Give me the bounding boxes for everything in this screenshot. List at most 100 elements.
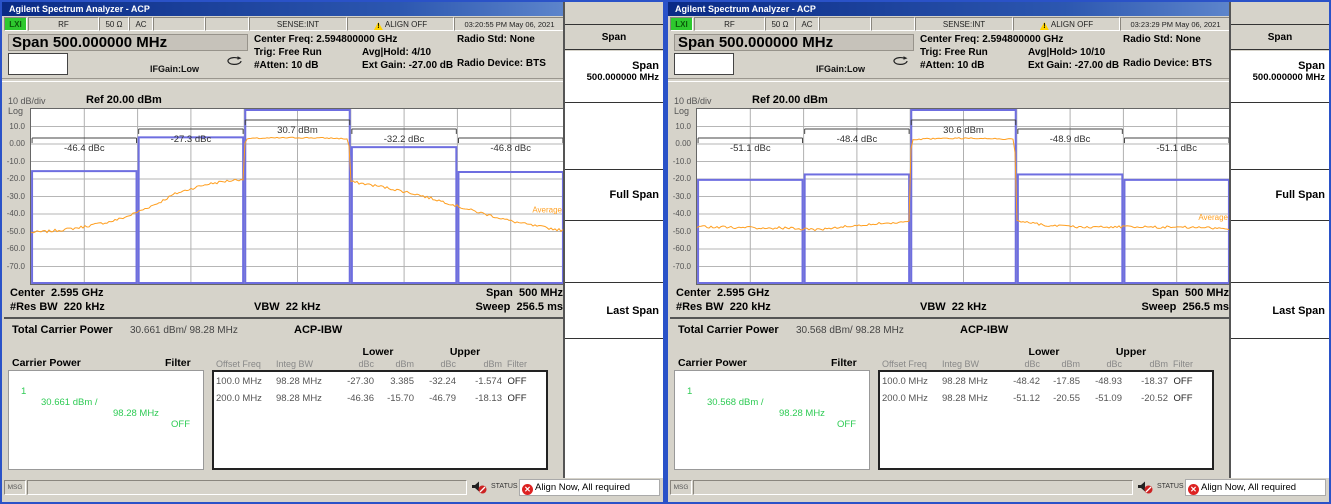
softkey-empty xyxy=(1231,221,1329,283)
message-status-bar: MSG STATUS ✕Align Now, All required xyxy=(2,478,663,502)
active-function-display: Span 500.000000 MHz xyxy=(8,34,248,51)
softkey-menu: Span Span 500.000000 MHz Full Span Last … xyxy=(1229,2,1329,478)
avg-hold-readout: Avg|Hold: 4/10 xyxy=(362,47,431,58)
carrier-power-value: 30.568 dBm / xyxy=(707,397,764,408)
upper-dbc-cell: -48.93 xyxy=(1080,376,1122,387)
y-axis-tick-label: -30.0 xyxy=(7,192,25,201)
align-warning-text: Align Now, All required xyxy=(1201,482,1296,493)
lxi-indicator: LXI xyxy=(670,17,693,31)
status-cell-empty xyxy=(153,17,205,31)
center-freq-footer: Center 2.595 GHz xyxy=(676,287,770,299)
upper-header: Upper xyxy=(435,346,495,358)
span-softkey[interactable]: Span 500.000000 MHz xyxy=(565,51,663,103)
align-off-label: ALIGN OFF xyxy=(385,20,427,29)
last-span-softkey[interactable]: Last Span xyxy=(565,283,663,339)
filter-cell: OFF xyxy=(502,393,532,404)
carrier-row: 1 30.568 dBm / 98.28 MHz OFF xyxy=(675,375,869,441)
continuous-sweep-icon xyxy=(226,55,244,67)
span-footer: Span 500 MHz xyxy=(1088,287,1229,299)
y-axis-labels: 10.00.00-10.0-20.0-30.0-40.0-50.0-60.0-7… xyxy=(2,108,27,283)
warning-icon: ! xyxy=(1040,22,1049,30)
upper-dbm-cell: -18.37 xyxy=(1122,376,1168,387)
svg-text:Average: Average xyxy=(1198,213,1228,222)
ref-level-label: Ref 20.00 dBm xyxy=(752,94,828,106)
center-freq-readout: Center Freq: 2.594800000 GHz xyxy=(920,34,1063,45)
annotation-box xyxy=(8,53,68,75)
integ-bw-cell: 98.28 MHz xyxy=(942,376,1000,387)
span-softkey[interactable]: Span 500.000000 MHz xyxy=(1231,51,1329,103)
col-offset-freq: Offset Freq xyxy=(882,359,942,369)
y-axis-tick-label: -40.0 xyxy=(673,209,691,218)
vbw-footer: VBW 22 kHz xyxy=(920,301,987,313)
carrier-row: 1 30.661 dBm / 98.28 MHz OFF xyxy=(9,375,203,441)
align-off-indicator: !ALIGN OFF xyxy=(347,17,454,31)
softkey-empty xyxy=(565,221,663,283)
y-axis-tick-label: -20.0 xyxy=(7,174,25,183)
col-lower-dbm: dBm xyxy=(1040,359,1080,369)
offset-results-table: 100.0 MHz 98.28 MHz -48.42 -17.85 -48.93… xyxy=(878,370,1214,470)
softkey-menu: Span Span 500.000000 MHz Full Span Last … xyxy=(563,2,663,478)
offset-freq-cell: 200.0 MHz xyxy=(882,393,942,404)
align-warning: ✕Align Now, All required xyxy=(1185,479,1326,496)
message-field xyxy=(27,480,467,495)
carrier-filter-label: Filter xyxy=(831,357,857,369)
ext-gain-readout: Ext Gain: -27.00 dB xyxy=(1028,60,1119,71)
carrier-power-label: Carrier Power xyxy=(12,357,81,369)
res-bw-footer: #Res BW 220 kHz xyxy=(10,301,105,313)
svg-text:-48.9 dBc: -48.9 dBc xyxy=(1050,134,1091,145)
measurement-mode-label: ACP-IBW xyxy=(960,324,1008,336)
full-span-softkey[interactable]: Full Span xyxy=(1231,170,1329,221)
annotation-box xyxy=(674,53,734,75)
speaker-muted-icon xyxy=(1137,480,1154,495)
svg-text:30.7 dBm: 30.7 dBm xyxy=(277,125,318,136)
y-axis-tick-label: -50.0 xyxy=(673,227,691,236)
last-span-softkey[interactable]: Last Span xyxy=(1231,283,1329,339)
col-filter: Filter xyxy=(1168,359,1198,369)
filter-cell: OFF xyxy=(502,376,532,387)
carrier-index: 1 xyxy=(687,386,692,397)
ifgain-label: IFGain:Low xyxy=(816,64,865,74)
atten-readout: #Atten: 10 dB xyxy=(254,60,318,71)
coupling-indicator: AC xyxy=(129,17,153,31)
upper-dbm-cell: -1.574 xyxy=(456,376,502,387)
span-footer: Span 500 MHz xyxy=(422,287,563,299)
y-axis-tick-label: 10.0 xyxy=(675,122,691,131)
message-field xyxy=(693,480,1133,495)
y-axis-tick-label: -20.0 xyxy=(673,174,691,183)
clock: 03:23:29 PM May 06, 2021 xyxy=(1120,17,1231,31)
svg-text:-51.1 dBc: -51.1 dBc xyxy=(730,143,771,154)
rf-input-indicator: RF xyxy=(694,17,765,31)
atten-readout: #Atten: 10 dB xyxy=(920,60,984,71)
upper-dbm-cell: -20.52 xyxy=(1122,393,1168,404)
y-axis-tick-label: -10.0 xyxy=(673,157,691,166)
status-cell-empty xyxy=(205,17,249,31)
sweep-time-footer: Sweep 256.5 ms xyxy=(412,301,563,313)
col-integ-bw: Integ BW xyxy=(276,359,334,369)
spectrum-plot: -51.1 dBc-48.4 dBc30.6 dBm-48.9 dBc-51.1… xyxy=(696,108,1231,285)
svg-text:Average: Average xyxy=(532,205,562,214)
col-upper-dbm: dBm xyxy=(456,359,502,369)
upper-header: Upper xyxy=(1101,346,1161,358)
softkey-empty xyxy=(1231,339,1329,478)
y-axis-tick-label: -60.0 xyxy=(7,244,25,253)
total-carrier-power-value: 30.568 dBm/ 98.28 MHz xyxy=(796,325,904,336)
carrier-bw-value: 98.28 MHz xyxy=(779,408,825,419)
col-offset-freq: Offset Freq xyxy=(216,359,276,369)
message-status-bar: MSG STATUS ✕Align Now, All required xyxy=(668,478,1329,502)
separator xyxy=(670,317,1229,319)
rf-input-indicator: RF xyxy=(28,17,99,31)
total-carrier-power-label: Total Carrier Power xyxy=(678,324,779,336)
coupling-indicator: AC xyxy=(795,17,819,31)
ref-level-label: Ref 20.00 dBm xyxy=(86,94,162,106)
full-span-softkey[interactable]: Full Span xyxy=(565,170,663,221)
impedance-indicator: 50 Ω xyxy=(99,17,129,31)
center-freq-footer: Center 2.595 GHz xyxy=(10,287,104,299)
offset-table-header: Offset Freq Integ BW dBc dBm dBc dBm Fil… xyxy=(882,359,1198,369)
avg-hold-readout: Avg|Hold> 10/10 xyxy=(1028,47,1105,58)
upper-dbm-cell: -18.13 xyxy=(456,393,502,404)
scale-per-div-label: 10 dB/div xyxy=(8,96,46,106)
y-axis-tick-label: -40.0 xyxy=(7,209,25,218)
spectrum-trace-svg: -46.4 dBc-27.3 dBc30.7 dBm-32.2 dBc-46.8… xyxy=(31,109,564,284)
menu-title: Span xyxy=(565,24,663,50)
carrier-power-value: 30.661 dBm / xyxy=(41,397,98,408)
